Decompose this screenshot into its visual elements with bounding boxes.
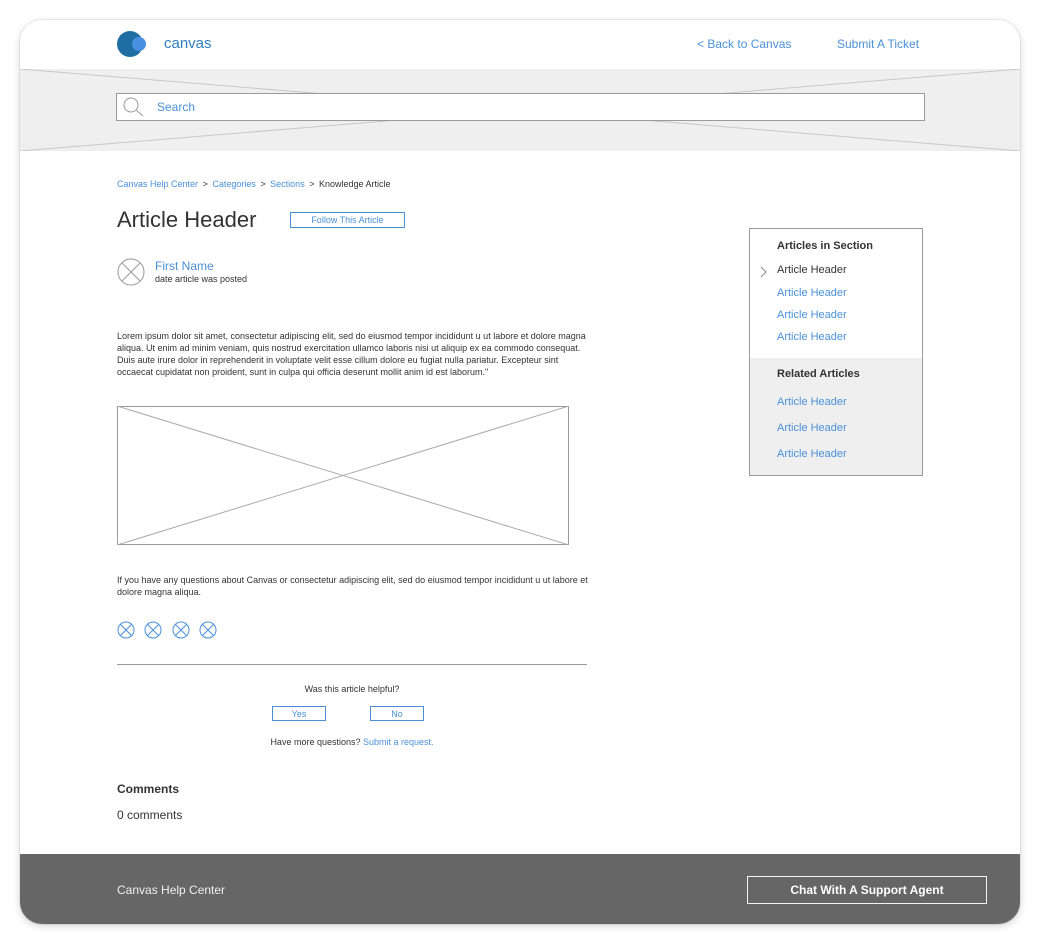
sidebar: Articles in Section Article Header Artic… (749, 228, 923, 476)
breadcrumb-separator: > (309, 179, 315, 189)
share-icon[interactable] (199, 621, 217, 639)
related-article-link[interactable]: Article Header (777, 422, 847, 434)
chevron-right-icon (760, 265, 768, 283)
section-article-link[interactable]: Article Header (777, 331, 847, 343)
author-date: date article was posted (155, 274, 248, 284)
article-title: Article Header (117, 207, 257, 232)
article-body: Lorem ipsum dolor sit amet, consectetur … (117, 331, 586, 377)
canvas-logo[interactable]: canvas (117, 31, 227, 59)
helpful-question: Was this article helpful? (304, 684, 400, 694)
share-icon[interactable] (172, 621, 190, 639)
helpful-no-button[interactable]: No (370, 706, 424, 721)
helpful-yes-button[interactable]: Yes (272, 706, 326, 721)
articles-in-section-title: Articles in Section (777, 240, 873, 252)
search-input[interactable] (155, 97, 899, 117)
hero-banner (20, 69, 1020, 151)
section-article-link[interactable]: Article Header (777, 309, 847, 321)
related-articles: Related Articles Article Header Article … (750, 358, 922, 475)
breadcrumb: Canvas Help Center > Categories > Sectio… (117, 179, 391, 189)
share-icon[interactable] (144, 621, 162, 639)
related-article-link[interactable]: Article Header (777, 448, 847, 460)
more-questions: Have more questions? Submit a request. (20, 737, 684, 747)
logo-circle-light (132, 37, 146, 51)
share-icon[interactable] (117, 621, 135, 639)
section-article-current[interactable]: Article Header (777, 264, 847, 276)
search-bar[interactable] (116, 93, 925, 121)
divider (117, 664, 587, 665)
top-header: canvas < Back to Canvas Submit A Ticket (20, 20, 1020, 69)
submit-request-link[interactable]: Submit a request. (363, 737, 434, 747)
breadcrumb-categories[interactable]: Categories (212, 179, 256, 189)
author-avatar (117, 258, 145, 291)
comments-title: Comments (117, 782, 180, 796)
back-to-canvas-link[interactable]: < Back to Canvas (697, 37, 791, 51)
submit-ticket-link[interactable]: Submit A Ticket (837, 37, 919, 51)
breadcrumb-separator: > (260, 179, 266, 189)
logo-text: canvas (164, 35, 212, 52)
breadcrumb-help-center[interactable]: Canvas Help Center (117, 179, 198, 189)
article-body-footer: If you have any questions about Canvas o… (117, 575, 588, 597)
author-name-link[interactable]: First Name (155, 259, 214, 273)
page-frame: canvas < Back to Canvas Submit A Ticket … (20, 20, 1020, 924)
breadcrumb-current: Knowledge Article (319, 179, 391, 189)
related-article-link[interactable]: Article Header (777, 396, 847, 408)
follow-article-button[interactable]: Follow This Article (290, 212, 405, 228)
chat-support-button[interactable]: Chat With A Support Agent (747, 876, 987, 904)
footer-title: Canvas Help Center (117, 883, 226, 897)
section-article-link[interactable]: Article Header (777, 287, 847, 299)
image-placeholder (116, 405, 570, 550)
breadcrumb-sections[interactable]: Sections (270, 179, 305, 189)
comments-count: 0 comments (117, 808, 183, 822)
breadcrumb-separator: > (202, 179, 208, 189)
related-articles-title: Related Articles (777, 368, 860, 380)
footer: Canvas Help Center Chat With A Support A… (20, 854, 1020, 924)
more-questions-text: Have more questions? (270, 737, 361, 747)
